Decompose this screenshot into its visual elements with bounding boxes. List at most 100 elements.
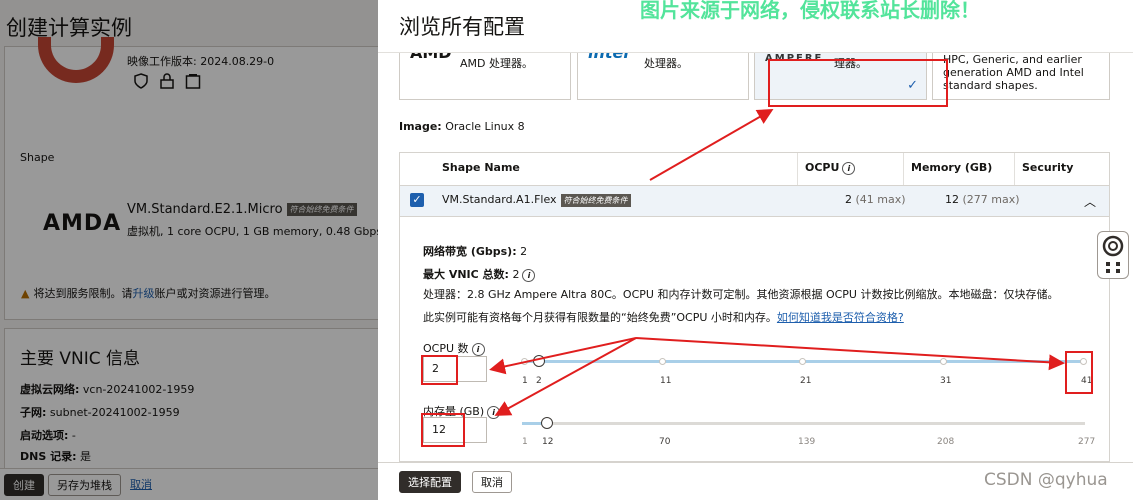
- dns-value: 是: [80, 450, 91, 463]
- tile-text: HPC, Generic, and earlier generation AMD…: [943, 53, 1084, 92]
- memory-slider-thumb[interactable]: [541, 417, 553, 429]
- boot-value: -: [71, 429, 76, 442]
- wizard-footer: 创建 另存为堆栈 取消: [0, 468, 378, 500]
- current-shape: VM.Standard.E2.1.Micro 符合始终免费条件: [127, 202, 357, 217]
- image-shape-card: 映像工作版本: 2024.08.29-0 Shape AMDA VM.Stand…: [4, 37, 378, 320]
- always-free-badge: 符合始终免费条件: [286, 203, 357, 216]
- current-shape-name: VM.Standard.E2.1.Micro: [127, 202, 283, 217]
- upgrade-link[interactable]: 升级: [132, 287, 154, 300]
- create-button[interactable]: 创建: [4, 474, 44, 496]
- col-shape-name[interactable]: Shape Name: [400, 153, 798, 185]
- tile-text: AMD 处理器。: [460, 57, 533, 70]
- info-icon[interactable]: i: [842, 161, 856, 175]
- vnic-title: 主要 VNIC 信息: [20, 349, 141, 369]
- image-badges: [133, 73, 201, 89]
- ocpu-tick-label: 41: [1081, 376, 1093, 386]
- lifebuoy-icon: [1102, 235, 1124, 273]
- selected-check-icon: ✓: [907, 78, 918, 93]
- bandwidth-value: 2: [520, 245, 528, 258]
- memory-tick-label: 277: [1078, 437, 1096, 447]
- vnic-row: 最大 VNIC 总数: 2i: [423, 266, 536, 282]
- slider-tick: [521, 358, 528, 365]
- memory-tick-label: 139: [798, 437, 816, 447]
- current-shape-desc: 虚拟机, 1 core OCPU, 1 GB memory, 0.48 Gbps…: [127, 225, 378, 238]
- ocpu-input[interactable]: 2: [423, 356, 487, 382]
- row-shape-name: VM.Standard.A1.Flex 符合始终免费条件: [442, 193, 631, 207]
- shape-name: VM.Standard.A1.Flex: [442, 193, 557, 206]
- help-widget[interactable]: [1097, 231, 1129, 279]
- warning-text-2: 账户或对资源进行管理。: [154, 287, 276, 300]
- slider-tick: [659, 358, 666, 365]
- vnic-label: 最大 VNIC 总数:: [423, 268, 509, 281]
- always-free-badge: 符合始终免费条件: [560, 193, 631, 207]
- eligibility-link[interactable]: 如何知道我是否符合资格?: [777, 311, 904, 324]
- select-shape-button[interactable]: 选择配置: [399, 471, 461, 493]
- save-stack-button[interactable]: 另存为堆栈: [48, 474, 121, 496]
- lock-icon: [160, 73, 174, 89]
- drawer-cancel-button[interactable]: 取消: [472, 471, 512, 493]
- csdn-watermark: CSDN @qyhua: [984, 470, 1108, 490]
- memory-tick-label: 12: [542, 437, 554, 447]
- col-ocpu-label: OCPU: [805, 161, 840, 174]
- drawer-header: 浏览所有配置 图片来源于网络，侵权联系站长删除！: [378, 0, 1133, 53]
- eligibility-text: 此实例可能有资格每个月获得有限数量的“始终免费”OCPU 小时和内存。: [423, 311, 777, 324]
- row-memory: 12 (277 max): [945, 193, 1020, 206]
- ocpu-max: (41 max): [855, 193, 906, 206]
- warning-icon: ▲: [21, 287, 30, 300]
- memory-tick-label: 208: [937, 437, 955, 447]
- vnic-value: 2: [512, 268, 520, 281]
- memory-input[interactable]: 12: [423, 417, 487, 443]
- shape-table: Shape Name OCPU i Memory (GB) Security ✓ …: [399, 152, 1110, 462]
- browse-shapes-drawer: AMD AMD 处理器。 intel 处理器。 AMPERE 理器。 ✓ HPC…: [378, 0, 1133, 500]
- image-version: 映像工作版本: 2024.08.29-0: [127, 55, 275, 68]
- dns-row: DNS 记录: 是: [20, 448, 91, 464]
- slider-tick: [940, 358, 947, 365]
- memory-slider-track[interactable]: [522, 422, 1085, 425]
- image-line: Image: Oracle Linux 8: [399, 120, 525, 133]
- ocpu-count-label: OCPU 数i: [423, 340, 485, 356]
- bandwidth-row: 网络带宽 (Gbps): 2: [423, 243, 527, 259]
- oracle-logo: [38, 37, 114, 83]
- table-row[interactable]: ✓ VM.Standard.A1.Flex 符合始终免费条件 2 (41 max)…: [400, 185, 1109, 217]
- boot-row: 启动选项: -: [20, 427, 76, 443]
- memory-tick-label: 1: [522, 437, 528, 447]
- slider-tick: [1080, 358, 1087, 365]
- ocpu-value: 2: [845, 193, 852, 206]
- info-icon[interactable]: i: [471, 342, 485, 356]
- create-instance-page: 创建计算实例 映像工作版本: 2024.08.29-0 Shape AMDA V…: [0, 0, 378, 500]
- tile-text: 处理器。: [644, 57, 688, 70]
- subnet-label: 子网:: [20, 406, 47, 419]
- shield-icon: [134, 73, 148, 89]
- subnet-value: subnet-20241002-1959: [49, 406, 180, 419]
- eligibility-row: 此实例可能有资格每个月获得有限数量的“始终免费”OCPU 小时和内存。如何知道我…: [423, 309, 904, 325]
- info-icon[interactable]: i: [522, 268, 536, 282]
- image-value: Oracle Linux 8: [445, 120, 525, 133]
- subnet-row: 子网: subnet-20241002-1959: [20, 404, 180, 420]
- slider-tick: [799, 358, 806, 365]
- col-security[interactable]: Security: [1015, 153, 1109, 185]
- ocpu-count-text: OCPU 数: [423, 342, 469, 355]
- ocpu-tick-label: 11: [660, 376, 672, 386]
- dns-label: DNS 记录:: [20, 450, 77, 463]
- ocpu-tick-label: 21: [800, 376, 812, 386]
- cancel-link[interactable]: 取消: [122, 474, 160, 496]
- tile-text: 理器。: [834, 57, 867, 70]
- col-ocpu[interactable]: OCPU i: [798, 153, 904, 185]
- memory-max: (277 max): [962, 193, 1020, 206]
- ocpu-tick-label: 2: [536, 376, 542, 386]
- ampere-brand: AMPERE: [765, 53, 824, 64]
- col-memory[interactable]: Memory (GB): [904, 153, 1015, 185]
- collapse-chevron-icon[interactable]: ︿: [1084, 193, 1096, 210]
- ocpu-tick-label: 1: [522, 376, 528, 386]
- shape-label: Shape: [20, 151, 55, 164]
- drawer-title: 浏览所有配置: [399, 15, 525, 39]
- info-icon[interactable]: i: [487, 405, 501, 419]
- vnic-card: 主要 VNIC 信息 虚拟云网络: vcn-20241002-1959 子网: …: [4, 328, 378, 470]
- row-checkbox[interactable]: ✓: [410, 193, 424, 207]
- ocpu-slider-thumb[interactable]: [533, 355, 545, 367]
- image-label: Image:: [399, 120, 442, 133]
- memory-tick-label: 70: [659, 437, 671, 447]
- bm-icon: [185, 74, 201, 89]
- memory-value: 12: [945, 193, 959, 206]
- processor-desc: 处理器：2.8 GHz Ampere Altra 80C。OCPU 和内存计数可…: [423, 288, 1059, 301]
